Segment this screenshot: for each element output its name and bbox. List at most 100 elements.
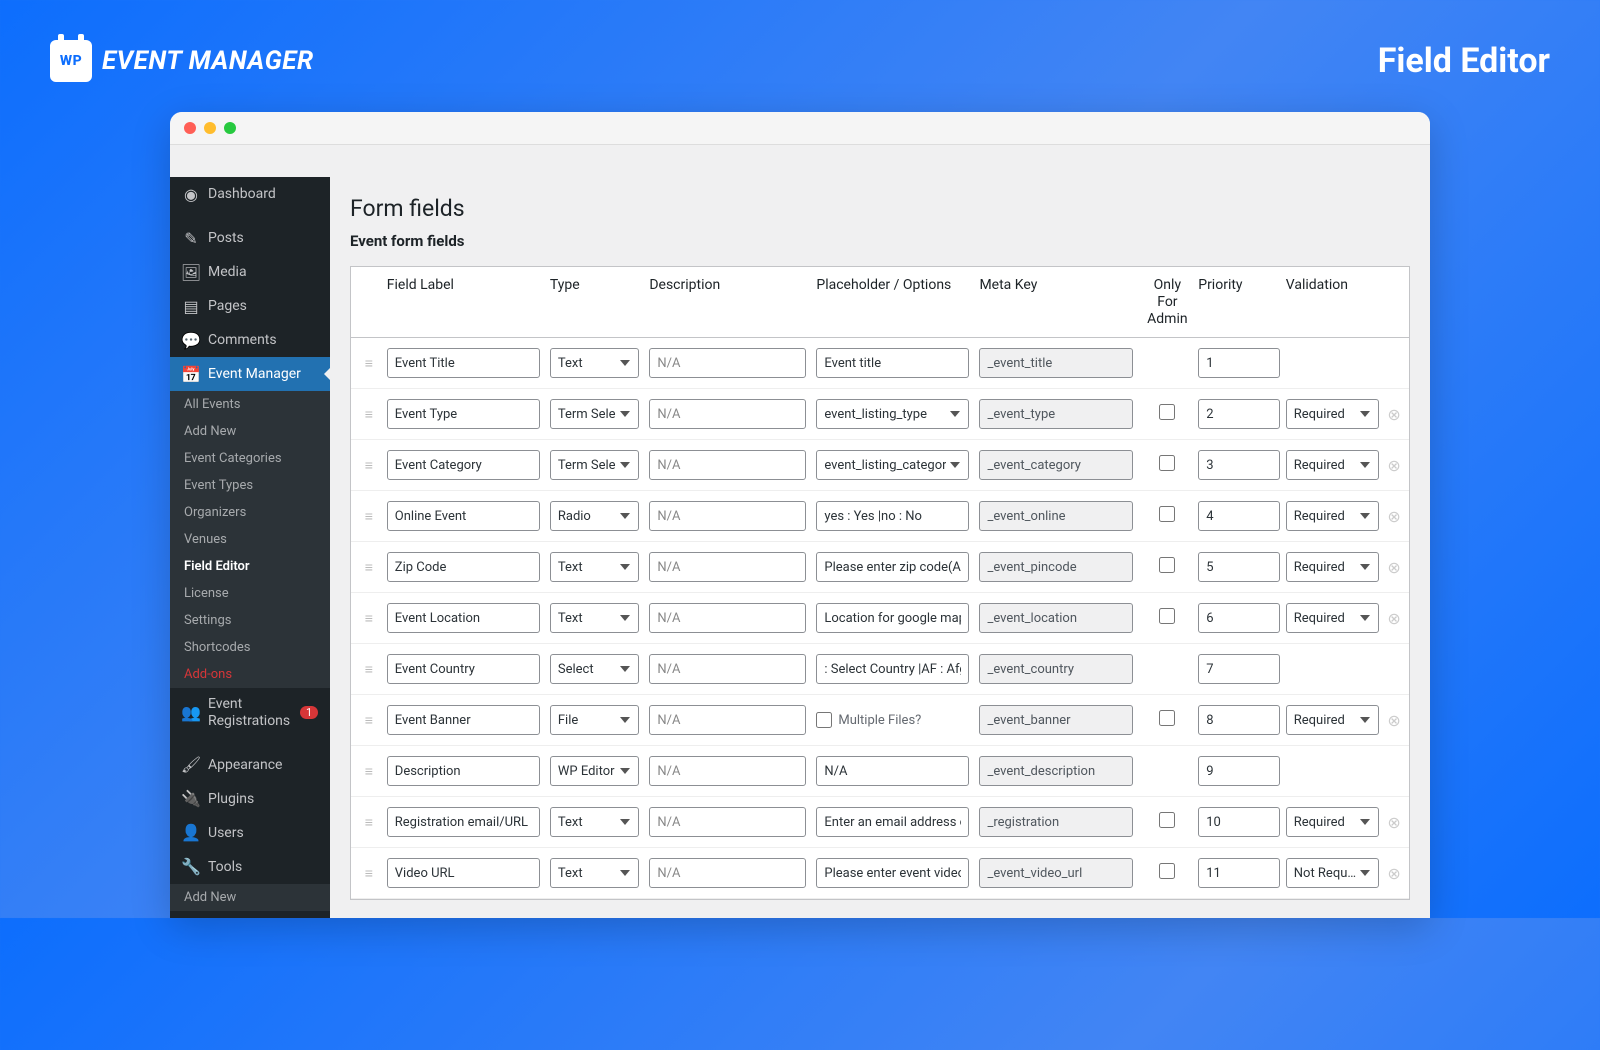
delete-icon[interactable]: ⊗ [1387,813,1400,832]
type-select[interactable]: Term Select [550,399,639,429]
sidebar-sub-settings[interactable]: Settings [170,607,330,634]
delete-icon[interactable]: ⊗ [1387,711,1400,730]
field-label-input[interactable] [387,450,540,480]
sidebar-item-plugins[interactable]: 🔌Plugins [170,782,330,816]
priority-input[interactable] [1198,348,1280,378]
sidebar-sub-add-new[interactable]: Add New [170,418,330,445]
delete-icon[interactable]: ⊗ [1387,507,1400,526]
sidebar-item-event-registrations[interactable]: 👥Event Registrations1 [170,688,330,738]
drag-handle-icon[interactable]: ≡ [351,661,387,678]
sidebar-sub-addons[interactable]: Add-ons [170,661,330,688]
sidebar-item-pages[interactable]: ▤Pages [170,289,330,323]
sidebar-sub-shortcodes[interactable]: Shortcodes [170,634,330,661]
priority-input[interactable] [1198,552,1280,582]
priority-input[interactable] [1198,807,1280,837]
drag-handle-icon[interactable]: ≡ [351,610,387,627]
validation-select[interactable]: Not Requ… [1286,858,1379,888]
multiple-files-checkbox[interactable]: Multiple Files? [816,712,969,728]
sidebar-item-media[interactable]: 🖼Media [170,255,330,289]
priority-input[interactable] [1198,858,1280,888]
type-select[interactable]: WP Editor [550,756,639,786]
maximize-window-icon[interactable] [224,122,236,134]
field-label-input[interactable] [387,501,540,531]
sidebar-sub-field-editor[interactable]: Field Editor [170,553,330,580]
sidebar-item-appearance[interactable]: 🖌Appearance [170,748,330,782]
sidebar-item-users[interactable]: 👤Users [170,816,330,850]
field-label-input[interactable] [387,654,540,684]
admin-only-checkbox[interactable] [1159,863,1175,879]
drag-handle-icon[interactable]: ≡ [351,865,387,882]
admin-only-checkbox[interactable] [1159,608,1175,624]
field-label-input[interactable] [387,756,540,786]
description-input[interactable] [649,450,806,480]
sidebar-item-tools[interactable]: 🔧Tools [170,850,330,884]
description-input[interactable] [649,705,806,735]
drag-handle-icon[interactable]: ≡ [351,508,387,525]
delete-icon[interactable]: ⊗ [1387,558,1400,577]
field-label-input[interactable] [387,807,540,837]
description-input[interactable] [649,654,806,684]
admin-only-checkbox[interactable] [1159,404,1175,420]
placeholder-input[interactable] [816,807,969,837]
placeholder-input[interactable] [816,552,969,582]
priority-input[interactable] [1198,654,1280,684]
validation-select[interactable]: Required [1286,552,1379,582]
type-select[interactable]: Text [550,807,639,837]
drag-handle-icon[interactable]: ≡ [351,559,387,576]
close-window-icon[interactable] [184,122,196,134]
type-select[interactable]: Radio [550,501,639,531]
type-select[interactable]: Text [550,552,639,582]
sidebar-item-event-manager[interactable]: 📅Event Manager [170,357,330,391]
description-input[interactable] [649,807,806,837]
sidebar-item-posts[interactable]: ✎Posts [170,221,330,255]
sidebar-sub-add-new-2[interactable]: Add New [170,884,330,911]
priority-input[interactable] [1198,756,1280,786]
sidebar-sub-categories[interactable]: Event Categories [170,445,330,472]
type-select[interactable]: File [550,705,639,735]
sidebar-sub-all-events[interactable]: All Events [170,391,330,418]
field-label-input[interactable] [387,552,540,582]
field-label-input[interactable] [387,348,540,378]
admin-only-checkbox[interactable] [1159,506,1175,522]
drag-handle-icon[interactable]: ≡ [351,814,387,831]
description-input[interactable] [649,501,806,531]
sidebar-item-dashboard[interactable]: ◉Dashboard [170,177,330,211]
priority-input[interactable] [1198,603,1280,633]
field-label-input[interactable] [387,603,540,633]
field-label-input[interactable] [387,399,540,429]
type-select[interactable]: Select [550,654,639,684]
priority-input[interactable] [1198,450,1280,480]
placeholder-input[interactable] [816,348,969,378]
delete-icon[interactable]: ⊗ [1387,609,1400,628]
minimize-window-icon[interactable] [204,122,216,134]
sidebar-sub-organizers[interactable]: Organizers [170,499,330,526]
validation-select[interactable]: Required [1286,705,1379,735]
drag-handle-icon[interactable]: ≡ [351,355,387,372]
description-input[interactable] [649,756,806,786]
validation-select[interactable]: Required [1286,603,1379,633]
description-input[interactable] [649,399,806,429]
placeholder-select[interactable]: event_listing_category [816,450,969,480]
priority-input[interactable] [1198,501,1280,531]
type-select[interactable]: Term Select [550,450,639,480]
type-select[interactable]: Text [550,348,639,378]
field-label-input[interactable] [387,858,540,888]
validation-select[interactable]: Required [1286,450,1379,480]
priority-input[interactable] [1198,399,1280,429]
validation-select[interactable]: Required [1286,501,1379,531]
admin-only-checkbox[interactable] [1159,812,1175,828]
placeholder-input[interactable] [816,858,969,888]
sidebar-sub-venues[interactable]: Venues [170,526,330,553]
delete-icon[interactable]: ⊗ [1387,405,1400,424]
validation-select[interactable]: Required [1286,399,1379,429]
sidebar-sub-license[interactable]: License [170,580,330,607]
admin-only-checkbox[interactable] [1159,710,1175,726]
placeholder-input[interactable] [816,756,969,786]
field-label-input[interactable] [387,705,540,735]
type-select[interactable]: Text [550,603,639,633]
admin-only-checkbox[interactable] [1159,557,1175,573]
drag-handle-icon[interactable]: ≡ [351,406,387,423]
drag-handle-icon[interactable]: ≡ [351,457,387,474]
type-select[interactable]: Text [550,858,639,888]
sidebar-sub-types[interactable]: Event Types [170,472,330,499]
